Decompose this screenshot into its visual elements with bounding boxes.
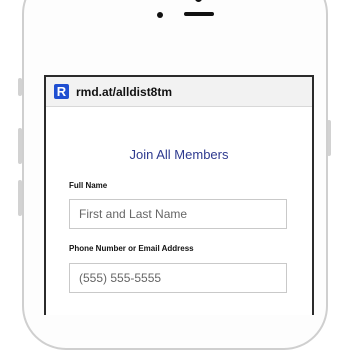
speaker-grille	[184, 12, 214, 16]
remind-logo-icon: R	[54, 84, 69, 99]
browser-url-bar[interactable]: R rmd.at/alldist8tm	[46, 77, 312, 107]
sensor-dot	[157, 12, 163, 18]
full-name-input[interactable]: First and Last Name	[69, 199, 287, 229]
page-title: Join All Members	[129, 147, 229, 162]
full-name-label: Full Name	[69, 181, 108, 190]
phone-or-email-input[interactable]: (555) 555-5555	[69, 263, 287, 293]
contact-label: Phone Number or Email Address	[69, 244, 194, 253]
url-text: rmd.at/alldist8tm	[76, 85, 173, 99]
camera-icon	[195, 0, 202, 2]
phone-screen: R rmd.at/alldist8tm Join All Members Ful…	[44, 75, 314, 315]
